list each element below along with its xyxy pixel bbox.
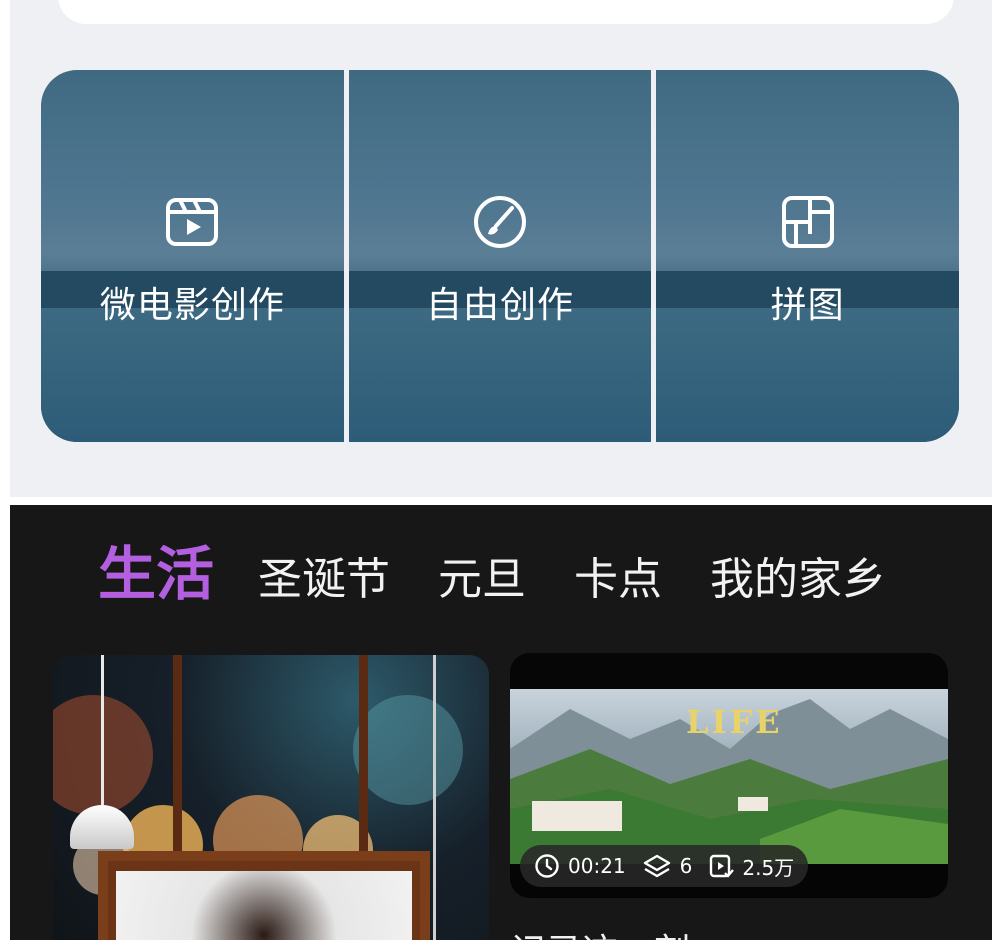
clock-icon bbox=[535, 854, 559, 878]
life-title-art: LIFE bbox=[686, 703, 783, 741]
micro-movie-tile[interactable]: 微电影创作 bbox=[41, 70, 344, 442]
film-icon bbox=[164, 194, 220, 250]
duration-stat: 00:21 bbox=[534, 853, 626, 879]
creation-tiles: 微电影创作 自由创作 拼图 bbox=[41, 70, 959, 442]
play-usage-icon bbox=[710, 854, 735, 878]
template-card-photo-frame[interactable] bbox=[53, 655, 489, 940]
duration-value: 00:21 bbox=[568, 854, 626, 878]
clips-stat: 6 bbox=[642, 853, 693, 879]
tab-beat-sync[interactable]: 卡点 bbox=[574, 543, 662, 607]
landscape-thumbnail: LIFE bbox=[510, 689, 948, 864]
tab-christmas[interactable]: 圣诞节 bbox=[258, 543, 390, 607]
free-creation-tile[interactable]: 自由创作 bbox=[348, 70, 652, 442]
brush-circle-icon bbox=[472, 194, 528, 250]
house bbox=[532, 801, 622, 831]
tab-hometown[interactable]: 我的家乡 bbox=[710, 543, 886, 607]
clips-value: 6 bbox=[679, 854, 693, 878]
template-stats: 00:21 6 2.5万 bbox=[520, 845, 809, 887]
template-section: 生活 圣诞节 元旦 卡点 我的家乡 LIFE 00:21 6 2.5万 bbox=[10, 505, 992, 940]
template-card-life[interactable]: LIFE 00:21 6 2.5万 bbox=[510, 653, 948, 898]
layers-icon bbox=[643, 854, 670, 878]
collage-icon bbox=[780, 194, 836, 250]
category-tabs: 生活 圣诞节 元旦 卡点 我的家乡 bbox=[98, 527, 934, 611]
template-caption: 记录这一刻 bbox=[510, 923, 690, 940]
tile-label: 微电影创作 bbox=[99, 285, 285, 326]
tab-new-year[interactable]: 元旦 bbox=[438, 543, 526, 607]
uses-stat: 2.5万 bbox=[708, 852, 794, 881]
top-card bbox=[58, 0, 954, 24]
tile-label: 拼图 bbox=[770, 285, 845, 326]
uses-value: 2.5万 bbox=[742, 855, 795, 880]
tab-life[interactable]: 生活 bbox=[98, 527, 214, 611]
tile-label: 自由创作 bbox=[426, 285, 575, 326]
photo-frame bbox=[98, 851, 430, 940]
collage-tile[interactable]: 拼图 bbox=[656, 70, 959, 442]
